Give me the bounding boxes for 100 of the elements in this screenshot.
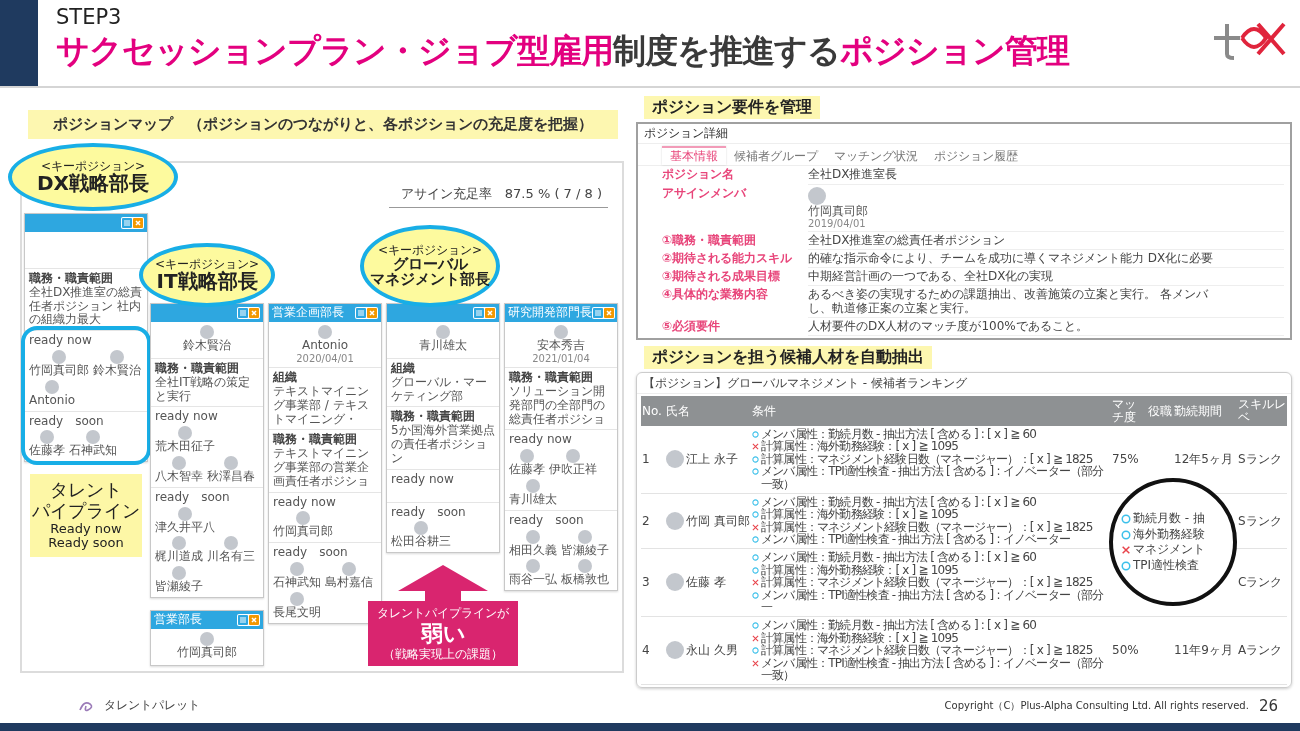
condition-text: メンバ属性：TPI適性検査 - 抽出方法 [ 含める ] : イノベーター（部分一致） <box>761 465 1105 491</box>
section-heading: ポジションを担う候補人材を自動抽出 <box>644 345 932 369</box>
readiness-label: ready soon <box>273 546 349 561</box>
field-value: 的確な指示命令により、チームを成功に導くマネジメント能力 DX化に必要 <box>808 251 1215 266</box>
avatar <box>666 573 684 592</box>
column-header: 条件 <box>751 396 1111 426</box>
step-label: STEP3 <box>56 6 123 30</box>
callout-title: マネジメント部長 <box>370 272 490 289</box>
table-icon[interactable] <box>593 308 603 318</box>
field-label: ②期待される能力スキル <box>662 249 794 267</box>
field-label: ①職務・職責範囲 <box>662 231 758 249</box>
table-cell: 11年9ヶ月 <box>1173 616 1237 685</box>
avatar <box>566 449 580 464</box>
person-name: 皆瀬綾子 <box>561 543 609 558</box>
avatar <box>414 521 428 536</box>
issue-note: （戦略実現上の課題） <box>383 646 503 662</box>
table-cell: 永山 久男 <box>685 616 751 685</box>
avatar <box>45 379 60 394</box>
avatar <box>200 631 214 646</box>
panel-title: 【ポジション】グローバルマネジメント - 候補者ランキング <box>637 372 1291 395</box>
field-value: し、軌道修正案の立案と実行。 <box>808 301 977 315</box>
tab[interactable]: マッチング状況 <box>826 146 926 166</box>
issue-emphasis: 弱い <box>420 620 466 647</box>
fill-rate: アサイン充足率 87.5 % ( 7 / 8 ) <box>388 185 608 208</box>
card-title: 営業企画部長 <box>272 306 344 320</box>
person-name: 竹岡真司郎 <box>29 364 89 378</box>
note-text: Ready now <box>50 521 122 537</box>
field-value: 全社DX推進室長 <box>808 168 899 182</box>
readiness-label: ready soon <box>391 505 467 520</box>
field-label: アサインメンバ <box>662 184 748 202</box>
close-icon[interactable] <box>485 308 495 318</box>
readiness-label: ready soon <box>155 490 231 505</box>
person-name: 長尾文明 <box>273 605 321 620</box>
table-cell: Aランク <box>1237 616 1287 685</box>
tab[interactable]: 候補者グループ <box>726 146 826 166</box>
position-card[interactable]: 鈴木賢治 職務・職責範囲 全社IT戦略の策定と実行 ready now 荒木田征子 八木智幸 秋澤昌春 ready soon 津久井平八 梶川道成 川名有三 皆瀬綾子 <box>150 303 264 598</box>
person-name: 秋澤昌春 <box>207 470 255 484</box>
field-value: あるべき姿の実現するための課題抽出、改善施策の立案と実行。 各メンバ <box>808 288 1209 302</box>
position-card[interactable]: 研究開発部門長 安本秀吉 2021/01/04 職務・職責範囲 ソリューション開発部門の全部門の総責任者ポジショ ready now 佐藤孝 伊吹正祥 青川雄太 ready soon 相田久義 皆瀬綾子 雨谷一弘 板橋敦也 <box>504 303 618 592</box>
table-icon[interactable] <box>474 308 484 318</box>
section-value: グローバル・マーケティング部 <box>391 375 488 404</box>
tab[interactable]: ポジション履歴 <box>926 146 1026 166</box>
column-header: 役職 <box>1147 396 1173 426</box>
column-header: スキルレベ <box>1237 396 1287 426</box>
avatar <box>342 562 356 577</box>
person-name: 鈴木賢治 <box>183 339 231 353</box>
close-icon[interactable] <box>604 308 614 318</box>
position-card[interactable]: 青川雄太 組織 グローバル・マーケティング部 職務・職責範囲 5か国海外営業拠点の責任者ポジション ready now ready soon 松田谷耕三 <box>386 303 500 554</box>
table-icon[interactable] <box>238 308 248 318</box>
column-header: 氏名 <box>665 396 751 426</box>
avatar <box>578 529 592 544</box>
section-value: 全社DX推進室の総責任者ポジション 社内の組織力最大 <box>29 285 143 328</box>
avatar <box>290 562 304 577</box>
close-icon[interactable] <box>249 614 259 625</box>
note-title: パイプライン <box>32 500 140 522</box>
avatar <box>290 591 304 606</box>
readiness-label: ready now <box>509 433 573 448</box>
person-name: Antonio <box>301 339 349 353</box>
person-name: 川名有三 <box>207 550 255 565</box>
person-name: 松田谷耕三 <box>391 535 451 550</box>
person-name: 相田久義 <box>509 543 557 558</box>
avatar <box>666 450 684 469</box>
map-heading: ポジションマップ （ポジションのつながりと、各ポジションの充足度を把握） <box>28 110 618 139</box>
field-label: ③期待される成果目標 <box>662 268 782 286</box>
callout-tag: <キーポジション> <box>377 243 483 257</box>
close-icon[interactable] <box>367 308 377 318</box>
condition-text: 計算属性：マネジメント経験日数（マネージャー）：[ x ] ≧ 1825 <box>761 520 1093 534</box>
avatar <box>526 529 540 544</box>
table-icon[interactable] <box>122 218 132 228</box>
column-header: 勤続期間 <box>1173 396 1237 426</box>
close-icon[interactable] <box>249 308 259 318</box>
table-icon[interactable] <box>356 308 366 318</box>
slide-title: サクセッションプラン・ジョブ型雇用制度を推進するポジション管理 <box>56 31 1071 71</box>
person-name: 雨谷一弘 <box>509 573 557 588</box>
person-name: 八木智幸 <box>155 470 203 484</box>
tab[interactable]: 基本情報 <box>662 146 726 166</box>
column-header: マッチ度 <box>1111 396 1147 426</box>
table-icon[interactable] <box>238 614 248 625</box>
position-card[interactable]: 職務・職責範囲 全社DX推進室の総責任者ポジション 社内の組織力最大 ready now 竹岡真司郎 鈴木賢治 Antonio ready soon 佐藤孝 石神武知 <box>24 213 148 463</box>
person-name: 鈴木賢治 <box>93 364 141 378</box>
copyright: Copyright（C）Plus-Alpha Consulting Ltd. All rights reserved. <box>944 698 1249 713</box>
person-name: 竹岡真司郎 <box>273 525 333 540</box>
table-cell: 3 <box>641 548 665 617</box>
close-icon[interactable] <box>133 218 143 228</box>
person-name: 皆瀬綾子 <box>155 580 203 594</box>
condition-text: 海外勤務経験 <box>1133 526 1205 543</box>
readiness-label: ready now <box>155 410 219 425</box>
avatar <box>578 559 592 574</box>
condition-text: メンバ属性：TPI適性検査 - 抽出方法 [ 含める ] : イノベーター（部分一致） <box>761 656 1105 682</box>
avatar <box>110 350 124 364</box>
avatar <box>526 479 540 494</box>
condition-text: メンバ属性：勤続月数 - 抽出方法 [ 含める ] : [ x ] ≧ 60 <box>761 551 1037 564</box>
card-title: 研究開発部門長 <box>508 306 592 320</box>
brand-name: タレントパレット <box>104 697 200 714</box>
position-card[interactable]: 営業部長 竹岡真司郎 <box>150 609 264 666</box>
note-text: Ready soon <box>48 536 124 552</box>
assign-date: 2020/04/01 <box>296 352 354 365</box>
avatar <box>172 456 186 470</box>
table-cell: 1 <box>641 425 665 494</box>
page-number: 26 <box>1258 696 1278 715</box>
